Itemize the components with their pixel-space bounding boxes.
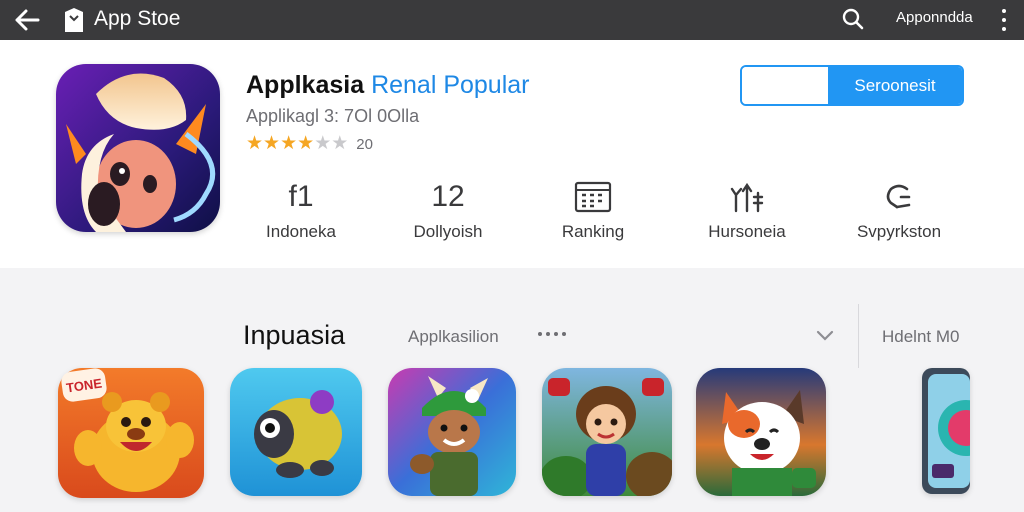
- stat-label: Dollyoish: [413, 222, 483, 241]
- stat-value: 12: [431, 180, 465, 213]
- partial-app-icon: [922, 368, 970, 494]
- calendar-grid-icon: [518, 178, 668, 216]
- app-bar-title: App Stoe: [94, 7, 181, 30]
- star-icon: ★: [314, 133, 332, 154]
- star-icon: ★: [331, 133, 349, 154]
- action-button-group: Seroonesit: [740, 65, 964, 106]
- app-tile[interactable]: [388, 368, 516, 496]
- stat-label: Svpyrkston: [856, 222, 942, 241]
- hero-cap-game-icon: [388, 368, 516, 496]
- chevron-down-icon[interactable]: [814, 326, 836, 346]
- more-dots-icon[interactable]: [538, 332, 566, 336]
- app-tile[interactable]: [542, 368, 672, 496]
- girl-adventure-game-icon: [542, 368, 672, 496]
- top-app-bar: App Stoe Apponndda: [0, 0, 1024, 40]
- stat-label: Hursoneia: [708, 222, 786, 241]
- stat-item: Svpyrkston: [824, 178, 974, 242]
- stat-item: 12 Dollyoish: [373, 178, 523, 242]
- app-tile[interactable]: [696, 368, 826, 496]
- stat-label: Indoneka: [266, 222, 336, 241]
- wrench-tools-icon: [672, 178, 822, 216]
- secondary-action-button[interactable]: [742, 67, 828, 104]
- section-title: Inpuasia: [243, 320, 346, 350]
- star-icon: ★: [297, 133, 315, 154]
- app-tile[interactable]: [922, 368, 970, 494]
- store-bag-icon: [62, 6, 86, 34]
- section-subtitle[interactable]: Applkasilion: [408, 327, 499, 347]
- stat-item: Hursoneia: [672, 178, 822, 242]
- rating-row: ★ ★ ★ ★ ★ ★ 20: [246, 134, 373, 154]
- top-bar-link[interactable]: Apponndda: [896, 9, 973, 26]
- stat-item: f1 Indoneka: [226, 178, 376, 242]
- more-menu-icon[interactable]: [996, 6, 1012, 34]
- app-title: Applkasia Renal Popular: [246, 70, 530, 100]
- primary-action-button[interactable]: Seroonesit: [828, 67, 962, 104]
- app-tile[interactable]: [230, 368, 362, 496]
- creature-game-icon: [230, 368, 362, 496]
- app-title-main: Applkasia: [246, 71, 365, 99]
- stat-value: f1: [288, 180, 314, 213]
- stat-item: Ranking: [518, 178, 668, 242]
- back-arrow-icon[interactable]: [10, 4, 44, 36]
- section-right-link[interactable]: Hdelnt M0: [882, 327, 959, 347]
- app-subtitle: Applikagl 3: 7Ol 0Olla: [246, 106, 420, 126]
- dog-face-game-icon: [696, 368, 826, 496]
- app-header-card: Applkasia Renal Popular Applikagl 3: 7Ol…: [0, 40, 1024, 268]
- app-main-icon: [56, 64, 220, 232]
- search-icon[interactable]: [838, 4, 868, 34]
- star-icon: ★: [263, 133, 281, 154]
- divider: [858, 304, 859, 368]
- stat-label: Ranking: [561, 222, 625, 241]
- rating-count: 20: [356, 135, 373, 153]
- refresh-arrow-icon: [824, 178, 974, 216]
- app-title-accent: Renal Popular: [371, 71, 530, 99]
- star-icon: ★: [280, 133, 298, 154]
- star-icon: ★: [246, 133, 264, 154]
